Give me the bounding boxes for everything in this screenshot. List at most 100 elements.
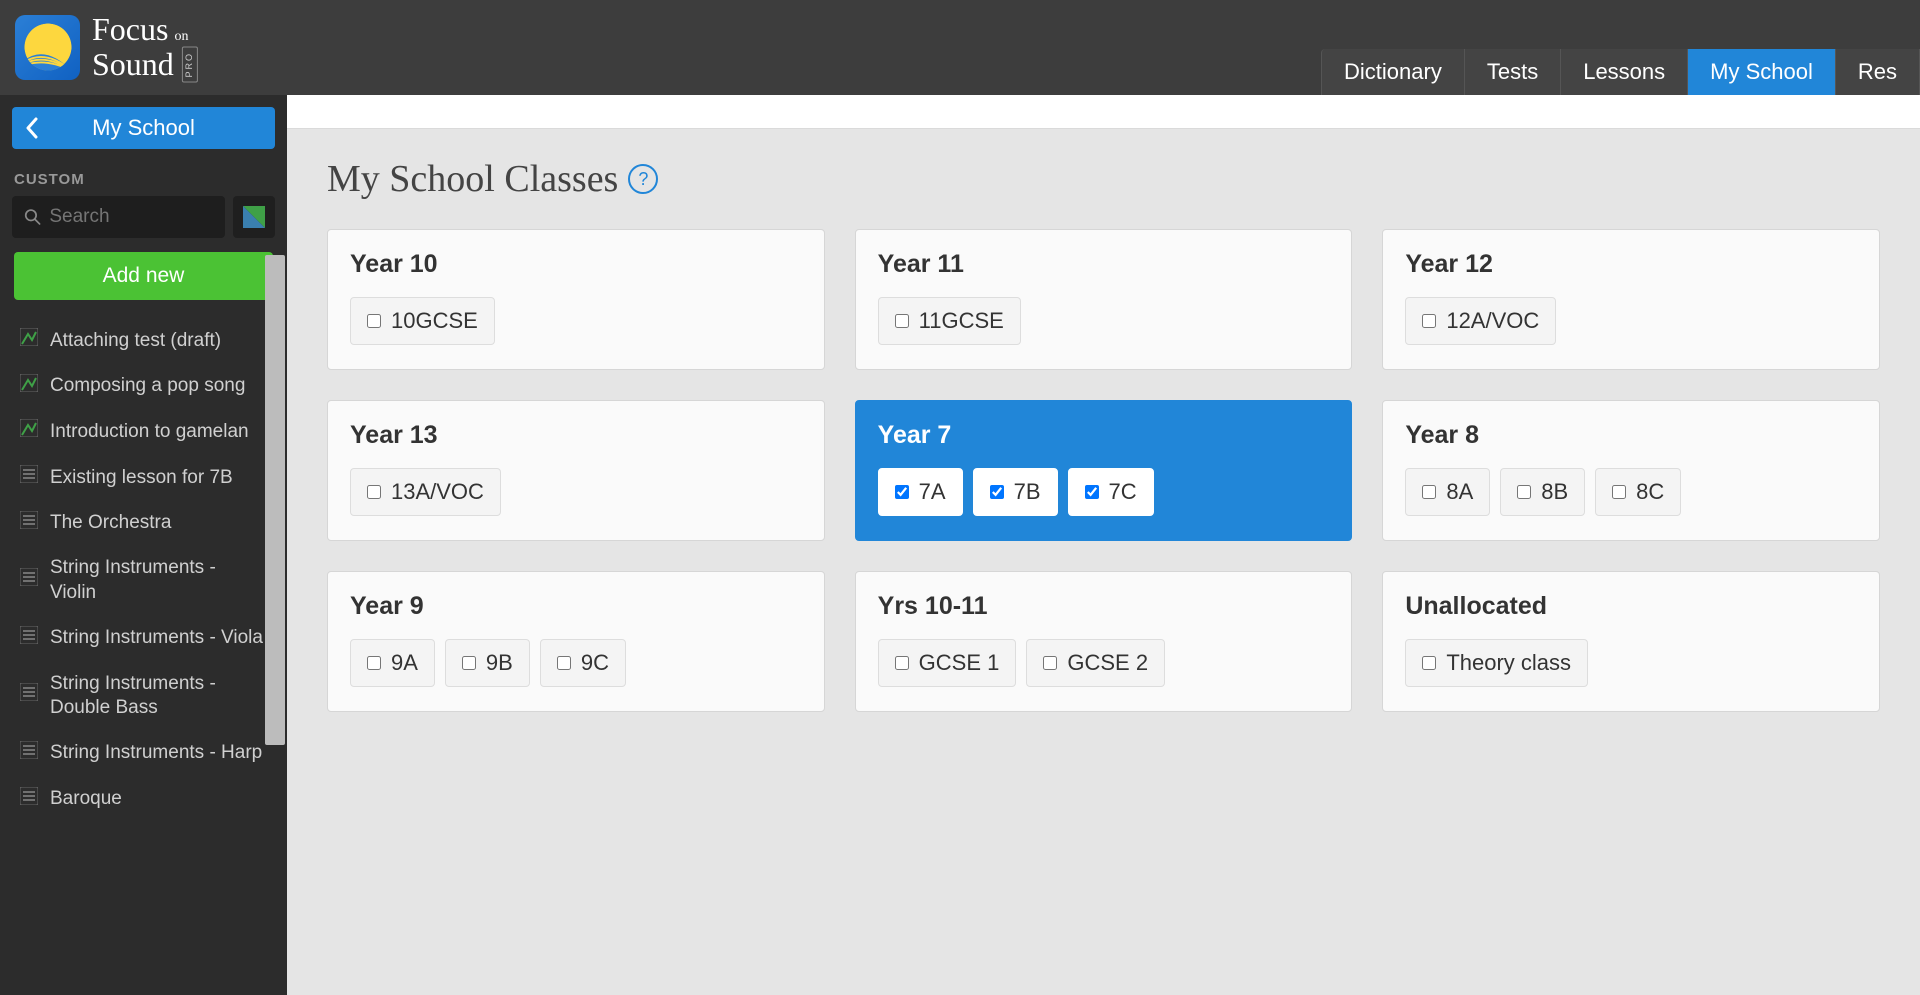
- lesson-item[interactable]: Baroque: [0, 777, 287, 823]
- nav-tab-dictionary[interactable]: Dictionary: [1321, 49, 1465, 95]
- nav-tab-res[interactable]: Res: [1836, 49, 1920, 95]
- chip-row: Theory class: [1405, 639, 1857, 687]
- class-card[interactable]: Year 12 12A/VOC: [1382, 229, 1880, 370]
- nav-tab-my-school[interactable]: My School: [1688, 49, 1836, 95]
- class-chip-checkbox[interactable]: [990, 485, 1004, 499]
- class-card-title: Year 12: [1405, 250, 1857, 279]
- class-chip-label: 8B: [1541, 479, 1568, 505]
- class-card[interactable]: Year 11 11GCSE: [855, 229, 1353, 370]
- class-card[interactable]: Year 99A9B9C: [327, 571, 825, 712]
- class-card[interactable]: Yrs 10-11 GCSE 1 GCSE 2: [855, 571, 1353, 712]
- pro-badge: PRO: [182, 47, 198, 83]
- logo-icon: [15, 15, 80, 80]
- class-chip-checkbox[interactable]: [1422, 314, 1436, 328]
- class-chip-label: GCSE 1: [919, 650, 1000, 676]
- class-chip[interactable]: 9C: [540, 639, 626, 687]
- nav-tab-lessons[interactable]: Lessons: [1561, 49, 1688, 95]
- class-chip[interactable]: Theory class: [1405, 639, 1588, 687]
- lesson-item[interactable]: Attaching test (draft): [0, 318, 287, 364]
- class-chip-checkbox[interactable]: [1422, 656, 1436, 670]
- search-input[interactable]: [49, 206, 213, 228]
- class-chip-checkbox[interactable]: [895, 485, 909, 499]
- class-chip-checkbox[interactable]: [367, 314, 381, 328]
- chip-row: 7A7B7C: [878, 468, 1330, 516]
- class-card[interactable]: UnallocatedTheory class: [1382, 571, 1880, 712]
- chip-row: 10GCSE: [350, 297, 802, 345]
- help-button[interactable]: ?: [628, 164, 658, 194]
- class-card[interactable]: Year 13 13A/VOC: [327, 400, 825, 541]
- class-chip-label: 9B: [486, 650, 513, 676]
- class-chip[interactable]: 13A/VOC: [350, 468, 501, 516]
- class-card-title: Year 10: [350, 250, 802, 279]
- lesson-item[interactable]: String Instruments - Double Bass: [0, 662, 287, 731]
- class-card-title: Year 7: [878, 421, 1330, 450]
- class-chip-checkbox[interactable]: [462, 656, 476, 670]
- lesson-item[interactable]: Introduction to gamelan: [0, 409, 287, 455]
- lesson-icon: [20, 419, 38, 445]
- page-title-row: My School Classes ?: [327, 157, 1880, 201]
- lesson-item[interactable]: The Orchestra: [0, 501, 287, 547]
- class-card-title: Yrs 10-11: [878, 592, 1330, 621]
- class-chip[interactable]: 9B: [445, 639, 530, 687]
- chip-row: 12A/VOC: [1405, 297, 1857, 345]
- add-new-button[interactable]: Add new: [14, 252, 273, 300]
- class-chip-checkbox[interactable]: [895, 314, 909, 328]
- class-chip-checkbox[interactable]: [1085, 485, 1099, 499]
- sidebar-header-back[interactable]: My School: [12, 107, 275, 149]
- class-chip[interactable]: 8A: [1405, 468, 1490, 516]
- class-chip-checkbox[interactable]: [1043, 656, 1057, 670]
- class-card[interactable]: Year 88A8B8C: [1382, 400, 1880, 541]
- brand-line1a: Focus: [92, 12, 168, 47]
- class-chip-label: 9C: [581, 650, 609, 676]
- brand-line1b: on: [174, 29, 188, 44]
- class-chip[interactable]: 8B: [1500, 468, 1585, 516]
- filter-icon: [243, 206, 265, 228]
- lesson-label: Attaching test (draft): [50, 329, 221, 354]
- class-card-title: Year 13: [350, 421, 802, 450]
- nav-tabs: DictionaryTestsLessonsMy SchoolRes: [1321, 49, 1920, 95]
- class-chip-checkbox[interactable]: [1612, 485, 1626, 499]
- lesson-icon: [20, 374, 38, 400]
- class-chip-checkbox[interactable]: [557, 656, 571, 670]
- class-chip[interactable]: GCSE 1: [878, 639, 1017, 687]
- filter-button[interactable]: [233, 196, 275, 238]
- class-chip-label: 13A/VOC: [391, 479, 484, 505]
- class-chip-checkbox[interactable]: [367, 485, 381, 499]
- class-chip[interactable]: 7B: [973, 468, 1058, 516]
- sidebar-scrollbar[interactable]: [265, 255, 285, 745]
- nav-tab-tests[interactable]: Tests: [1465, 49, 1561, 95]
- class-chip[interactable]: 10GCSE: [350, 297, 495, 345]
- lesson-item[interactable]: Composing a pop song: [0, 364, 287, 410]
- chip-row: 9A 9B 9C: [350, 639, 802, 687]
- page-title: My School Classes: [327, 157, 618, 201]
- lesson-icon: [20, 465, 38, 491]
- class-chip-checkbox[interactable]: [1422, 485, 1436, 499]
- class-card[interactable]: Year 10 10GCSE: [327, 229, 825, 370]
- class-chip[interactable]: 7C: [1068, 468, 1154, 516]
- class-chip-checkbox[interactable]: [367, 656, 381, 670]
- lesson-item[interactable]: String Instruments - Viola: [0, 616, 287, 662]
- class-chip-checkbox[interactable]: [1517, 485, 1531, 499]
- class-card-title: Year 11: [878, 250, 1330, 279]
- class-chip-label: 8A: [1446, 479, 1473, 505]
- class-card[interactable]: Year 7 7A7B7C: [855, 400, 1353, 541]
- lesson-label: String Instruments - Harp: [50, 741, 262, 766]
- lesson-item[interactable]: String Instruments - Harp: [0, 731, 287, 777]
- class-chip[interactable]: 8C: [1595, 468, 1681, 516]
- sidebar-title: My School: [12, 115, 275, 141]
- chip-row: 11GCSE: [878, 297, 1330, 345]
- search-box[interactable]: [12, 196, 225, 238]
- class-chip[interactable]: 12A/VOC: [1405, 297, 1556, 345]
- class-chip[interactable]: 7A: [878, 468, 963, 516]
- class-chip[interactable]: 11GCSE: [878, 297, 1021, 345]
- logo-text: Focus on Sound PRO: [92, 12, 198, 83]
- class-chip[interactable]: GCSE 2: [1026, 639, 1165, 687]
- lesson-item[interactable]: Existing lesson for 7B: [0, 455, 287, 501]
- logo-area: Focus on Sound PRO: [15, 12, 198, 83]
- main-container: My School CUSTOM Add new Attaching test …: [0, 95, 1920, 995]
- class-chip-checkbox[interactable]: [895, 656, 909, 670]
- lesson-item[interactable]: String Instruments - Violin: [0, 546, 287, 615]
- class-chip[interactable]: 9A: [350, 639, 435, 687]
- lesson-label: Composing a pop song: [50, 374, 245, 399]
- lesson-label: Existing lesson for 7B: [50, 466, 233, 491]
